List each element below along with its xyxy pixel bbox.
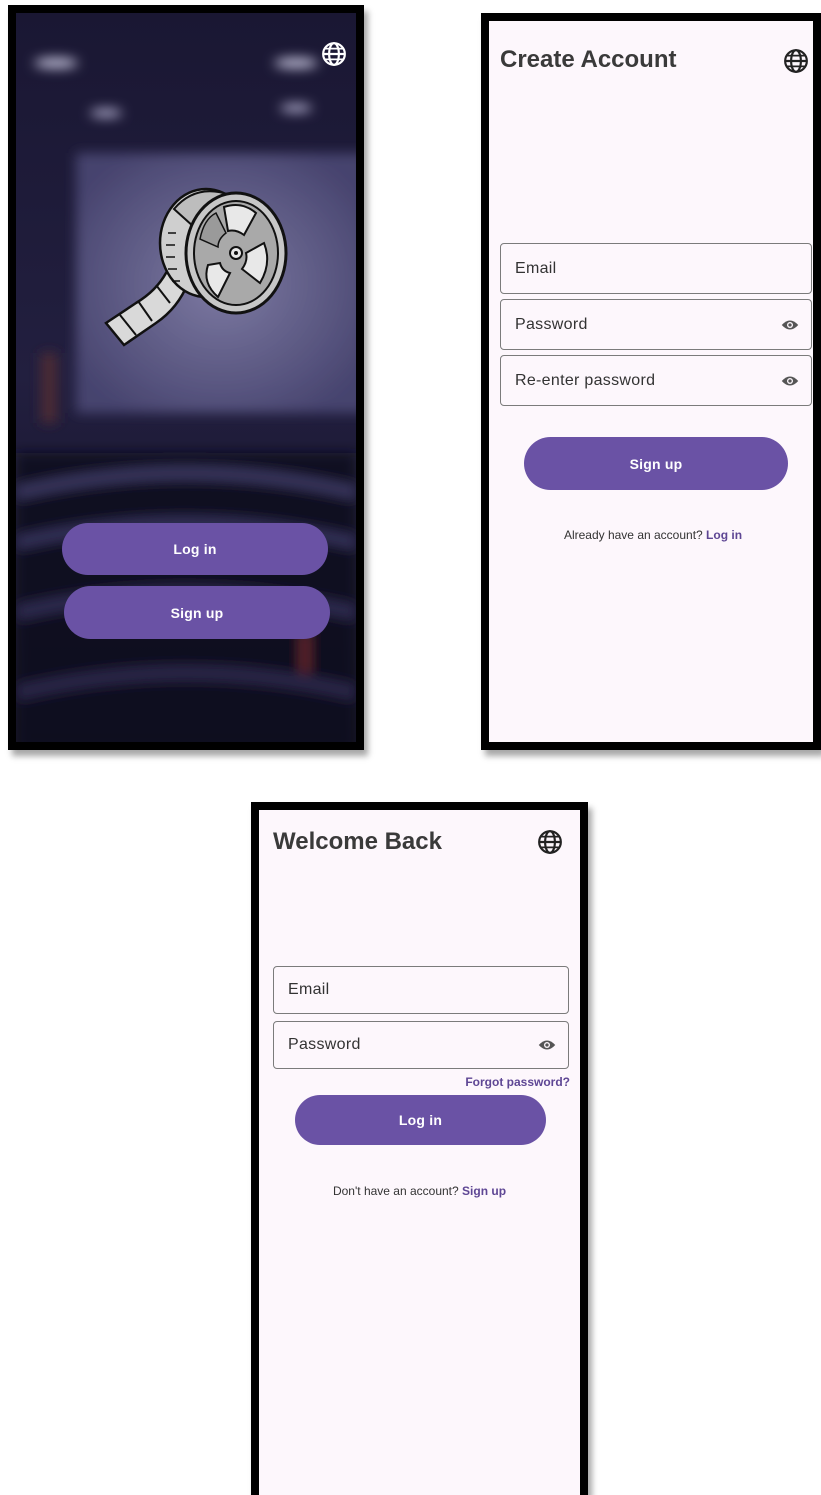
password-field[interactable]: Password	[273, 1021, 569, 1069]
signup-screen: Create Account Email Password Re-enter p…	[481, 13, 821, 750]
email-field[interactable]: Email	[273, 966, 569, 1014]
eye-icon[interactable]	[781, 317, 799, 333]
signup-button[interactable]: Sign up	[64, 586, 330, 639]
login-button[interactable]: Log in	[62, 523, 328, 575]
login-screen: Welcome Back Email Password Forgot passw…	[251, 802, 588, 1495]
film-reel-icon	[104, 187, 288, 347]
login-prompt: Already have an account? Log in	[489, 528, 813, 542]
forgot-password-link[interactable]: Forgot password?	[465, 1075, 570, 1089]
signup-button[interactable]: Sign up	[524, 437, 788, 490]
signup-prompt-text: Don't have an account?	[332, 1184, 459, 1198]
reenter-password-label: Re-enter password	[515, 371, 656, 389]
password-label: Password	[515, 315, 588, 333]
globe-icon[interactable]	[321, 41, 347, 67]
eye-icon[interactable]	[538, 1037, 556, 1053]
globe-icon[interactable]	[537, 829, 563, 855]
email-label: Email	[515, 259, 557, 277]
email-label: Email	[288, 981, 330, 998]
welcome-screen: Log in Sign up	[8, 5, 364, 750]
login-link[interactable]: Log in	[706, 528, 742, 542]
signup-prompt: Don't have an account? Sign up	[259, 1184, 580, 1198]
signup-link[interactable]: Sign up	[462, 1184, 506, 1198]
login-prompt-text: Already have an account?	[563, 528, 703, 542]
password-label: Password	[288, 1036, 361, 1053]
password-field[interactable]: Password	[500, 299, 812, 350]
page-title: Welcome Back	[273, 828, 442, 855]
globe-icon[interactable]	[783, 48, 809, 74]
login-button[interactable]: Log in	[295, 1095, 546, 1145]
page-title: Create Account	[500, 46, 677, 73]
eye-icon[interactable]	[781, 373, 799, 389]
reenter-password-field[interactable]: Re-enter password	[500, 355, 812, 406]
email-field[interactable]: Email	[500, 243, 812, 294]
